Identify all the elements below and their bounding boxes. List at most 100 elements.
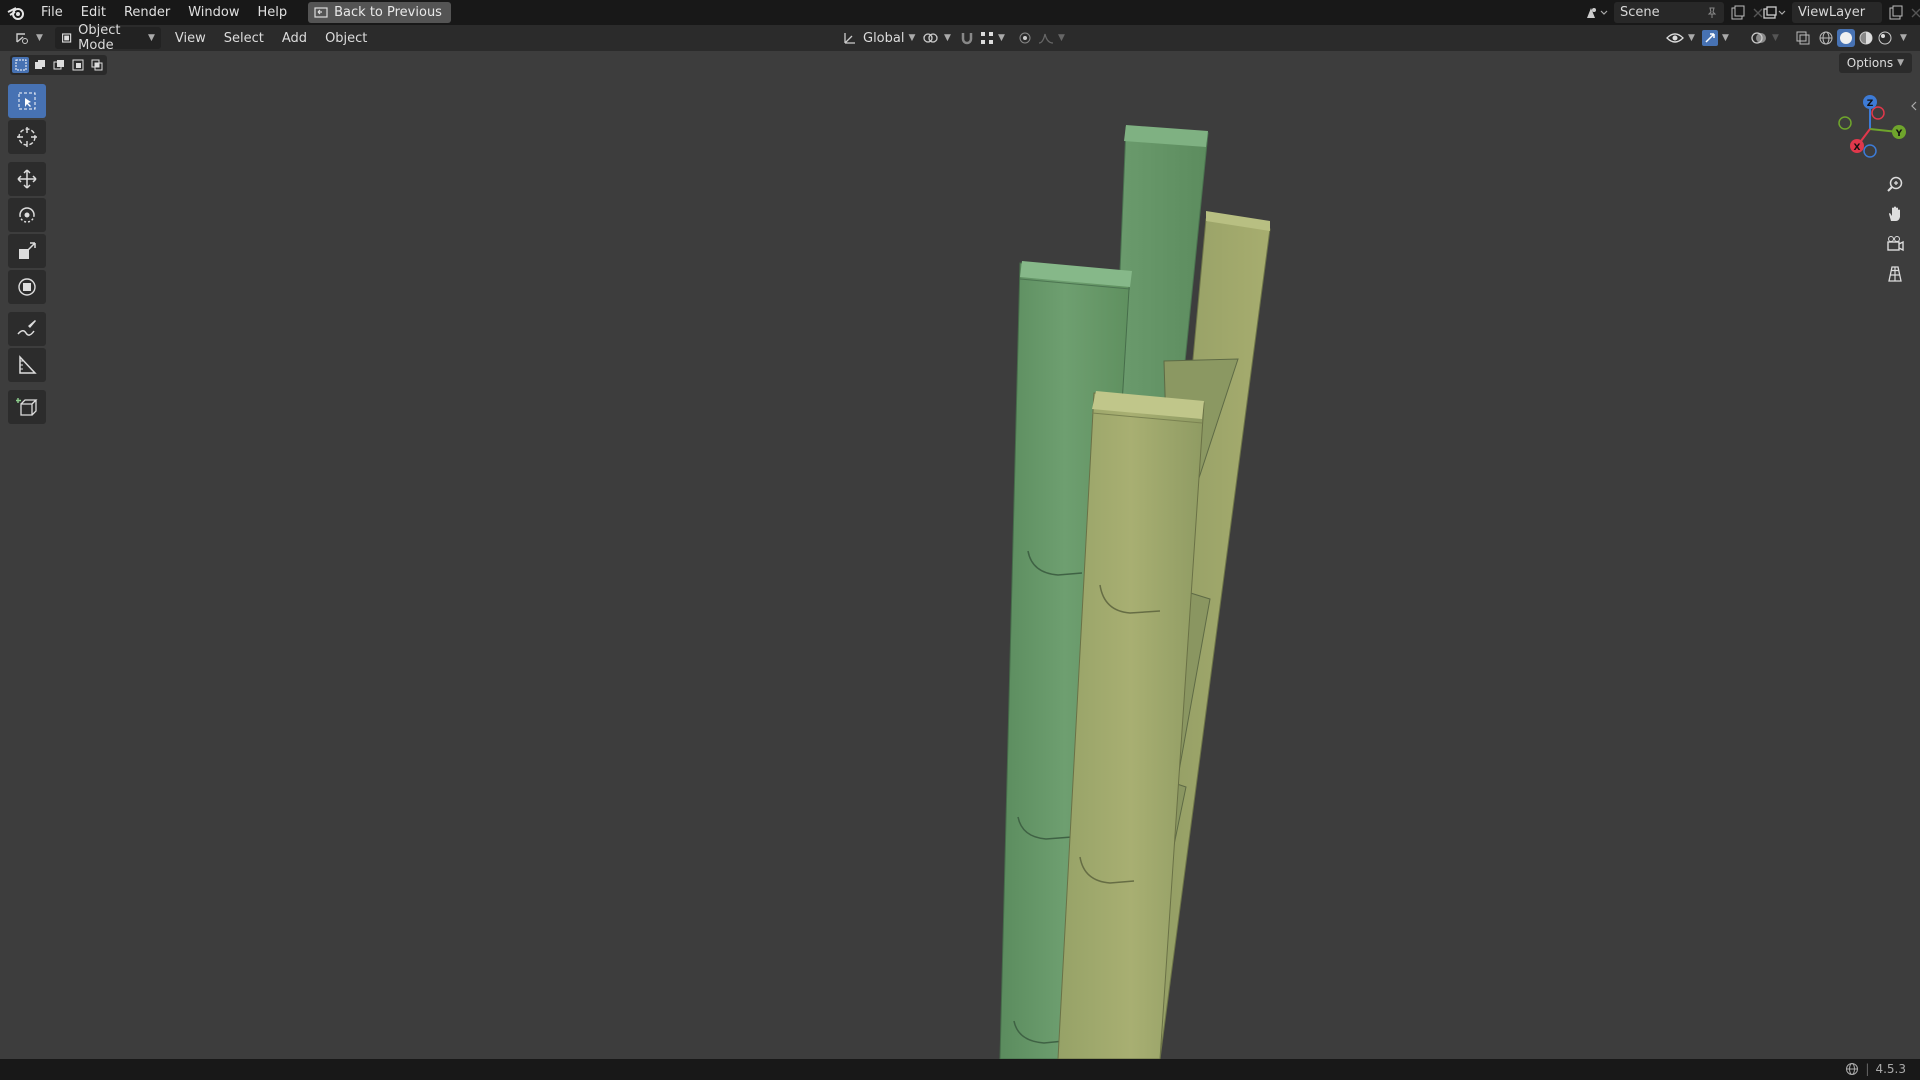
move-icon — [17, 169, 37, 189]
view-layer-name-field[interactable]: ViewLayer — [1798, 5, 1865, 20]
view-layer-selector[interactable]: ViewLayer — [1762, 2, 1920, 23]
annotate-tool[interactable] — [8, 312, 46, 346]
screen-back-icon — [314, 6, 328, 18]
navigation-gizmo[interactable]: Z Y X — [1832, 89, 1912, 169]
status-separator: | — [1865, 1062, 1870, 1076]
solid-shading-icon[interactable] — [1837, 29, 1855, 47]
pan-button[interactable] — [1880, 199, 1910, 229]
measure-tool[interactable] — [8, 348, 46, 382]
chevron-down-icon[interactable]: ▼ — [1900, 33, 1907, 43]
mode-label: Object Mode — [78, 23, 121, 53]
chevron-down-icon: ▼ — [1688, 33, 1695, 43]
3d-viewport[interactable]: Options ▼ Z Y X — [0, 51, 1920, 1059]
chevron-down-icon: ▼ — [36, 33, 43, 43]
transform-orientation-selector[interactable]: Global ▼ — [836, 27, 921, 49]
object-visibility-selector[interactable]: ▼ — [1660, 27, 1701, 49]
gizmo-icon — [1702, 30, 1718, 46]
menu-edit[interactable]: Edit — [72, 0, 115, 25]
perspective-toggle-button[interactable] — [1880, 259, 1910, 289]
pivot-point-selector[interactable]: ▼ — [916, 27, 957, 49]
rotate-tool[interactable] — [8, 198, 46, 232]
camera-view-button[interactable] — [1880, 229, 1910, 259]
pivot-icon — [923, 33, 938, 43]
options-dropdown[interactable]: Options ▼ — [1838, 53, 1912, 73]
falloff-curve-icon — [1038, 33, 1054, 44]
transform-icon — [18, 278, 36, 296]
object-mode-icon — [61, 33, 72, 43]
chevron-down-icon: ▼ — [1058, 33, 1065, 43]
new-view-layer-icon[interactable] — [1888, 5, 1904, 21]
proportional-falloff-selector[interactable]: ▼ — [1032, 27, 1071, 49]
scale-icon — [19, 242, 36, 259]
pin-icon[interactable] — [1706, 7, 1718, 19]
scale-tool[interactable] — [8, 234, 46, 268]
material-shading-icon[interactable] — [1858, 30, 1874, 46]
select-box-icon — [18, 92, 36, 110]
chevron-down-icon: ▼ — [148, 33, 155, 43]
select-intersect-icon[interactable] — [88, 57, 105, 73]
menu-window[interactable]: Window — [179, 0, 248, 25]
top-menu-bar: File Edit Render Window Help Back to Pre… — [0, 0, 1920, 25]
select-subtract-icon[interactable] — [50, 57, 67, 73]
rendered-shading-icon[interactable] — [1877, 30, 1893, 46]
grid-perspective-icon — [1888, 266, 1902, 282]
overlays-toggle[interactable]: ▼ — [1744, 27, 1785, 49]
proportional-edit-icon — [1019, 32, 1031, 44]
annotate-icon — [17, 320, 36, 336]
menu-add[interactable]: Add — [276, 27, 313, 49]
select-box-tool[interactable] — [8, 84, 46, 118]
selection-mode-group — [10, 55, 107, 75]
overlays-icon — [1751, 32, 1766, 44]
chevron-down-icon: ▼ — [1722, 33, 1729, 43]
gizmo-y-label: Y — [1895, 129, 1903, 139]
view-layer-icon — [1763, 5, 1786, 19]
snap-target-selector[interactable]: ▼ — [974, 27, 1011, 49]
version-label: 4.5.3 — [1875, 1062, 1906, 1076]
chevron-down-icon: ▼ — [998, 33, 1005, 43]
editor-type-selector[interactable]: ▼ — [8, 27, 49, 49]
menu-render[interactable]: Render — [115, 0, 179, 25]
eye-icon — [1666, 33, 1684, 43]
scene-objects — [999, 125, 1271, 1059]
3d-viewport-icon — [16, 33, 28, 44]
select-extend-icon[interactable] — [31, 57, 48, 73]
blender-logo-icon[interactable] — [0, 0, 32, 25]
magnet-icon — [961, 33, 973, 45]
gizmo-toggle[interactable]: ▼ — [1696, 27, 1735, 49]
move-tool[interactable] — [8, 162, 46, 196]
chevron-down-icon: ▼ — [908, 33, 916, 43]
select-new-icon[interactable] — [12, 57, 29, 73]
viewport-header: ▼ Object Mode ▼ View Select Add Object G… — [0, 23, 1920, 53]
options-label: Options — [1846, 56, 1894, 70]
tool-shelf — [8, 84, 48, 426]
scene-icon — [1587, 7, 1608, 18]
zoom-button[interactable] — [1880, 169, 1910, 199]
version-info: | 4.5.3 — [1845, 1062, 1906, 1076]
gizmo-x-label: X — [1854, 143, 1861, 153]
transform-orientation-label: Global — [863, 30, 905, 46]
new-scene-icon[interactable] — [1730, 5, 1746, 21]
back-to-previous-button[interactable]: Back to Previous — [308, 2, 451, 23]
globe-icon — [1846, 1063, 1859, 1075]
menu-select[interactable]: Select — [218, 27, 270, 49]
chevron-down-icon: ▼ — [1897, 58, 1904, 68]
menu-view[interactable]: View — [169, 27, 212, 49]
menu-object[interactable]: Object — [319, 27, 373, 49]
scene-selector[interactable]: Scene — [1584, 2, 1764, 23]
delete-view-layer-icon[interactable] — [1910, 7, 1920, 19]
menu-file[interactable]: File — [32, 0, 72, 25]
shading-mode-group: ▼ — [1812, 27, 1913, 49]
cursor-tool[interactable] — [8, 120, 46, 154]
back-to-previous-label: Back to Previous — [334, 5, 442, 20]
scene-name-field[interactable]: Scene — [1620, 5, 1660, 20]
wireframe-shading-icon[interactable] — [1818, 30, 1834, 46]
rotate-icon — [19, 207, 35, 223]
transform-tool[interactable] — [8, 270, 46, 304]
mode-selector[interactable]: Object Mode ▼ — [54, 23, 161, 53]
menu-help[interactable]: Help — [249, 0, 297, 25]
global-axes-icon — [844, 33, 855, 44]
select-invert-icon[interactable] — [69, 57, 86, 73]
add-cube-tool[interactable] — [8, 390, 46, 424]
snap-grid-icon — [981, 32, 993, 44]
status-bar: | 4.5.3 — [0, 1059, 1920, 1080]
